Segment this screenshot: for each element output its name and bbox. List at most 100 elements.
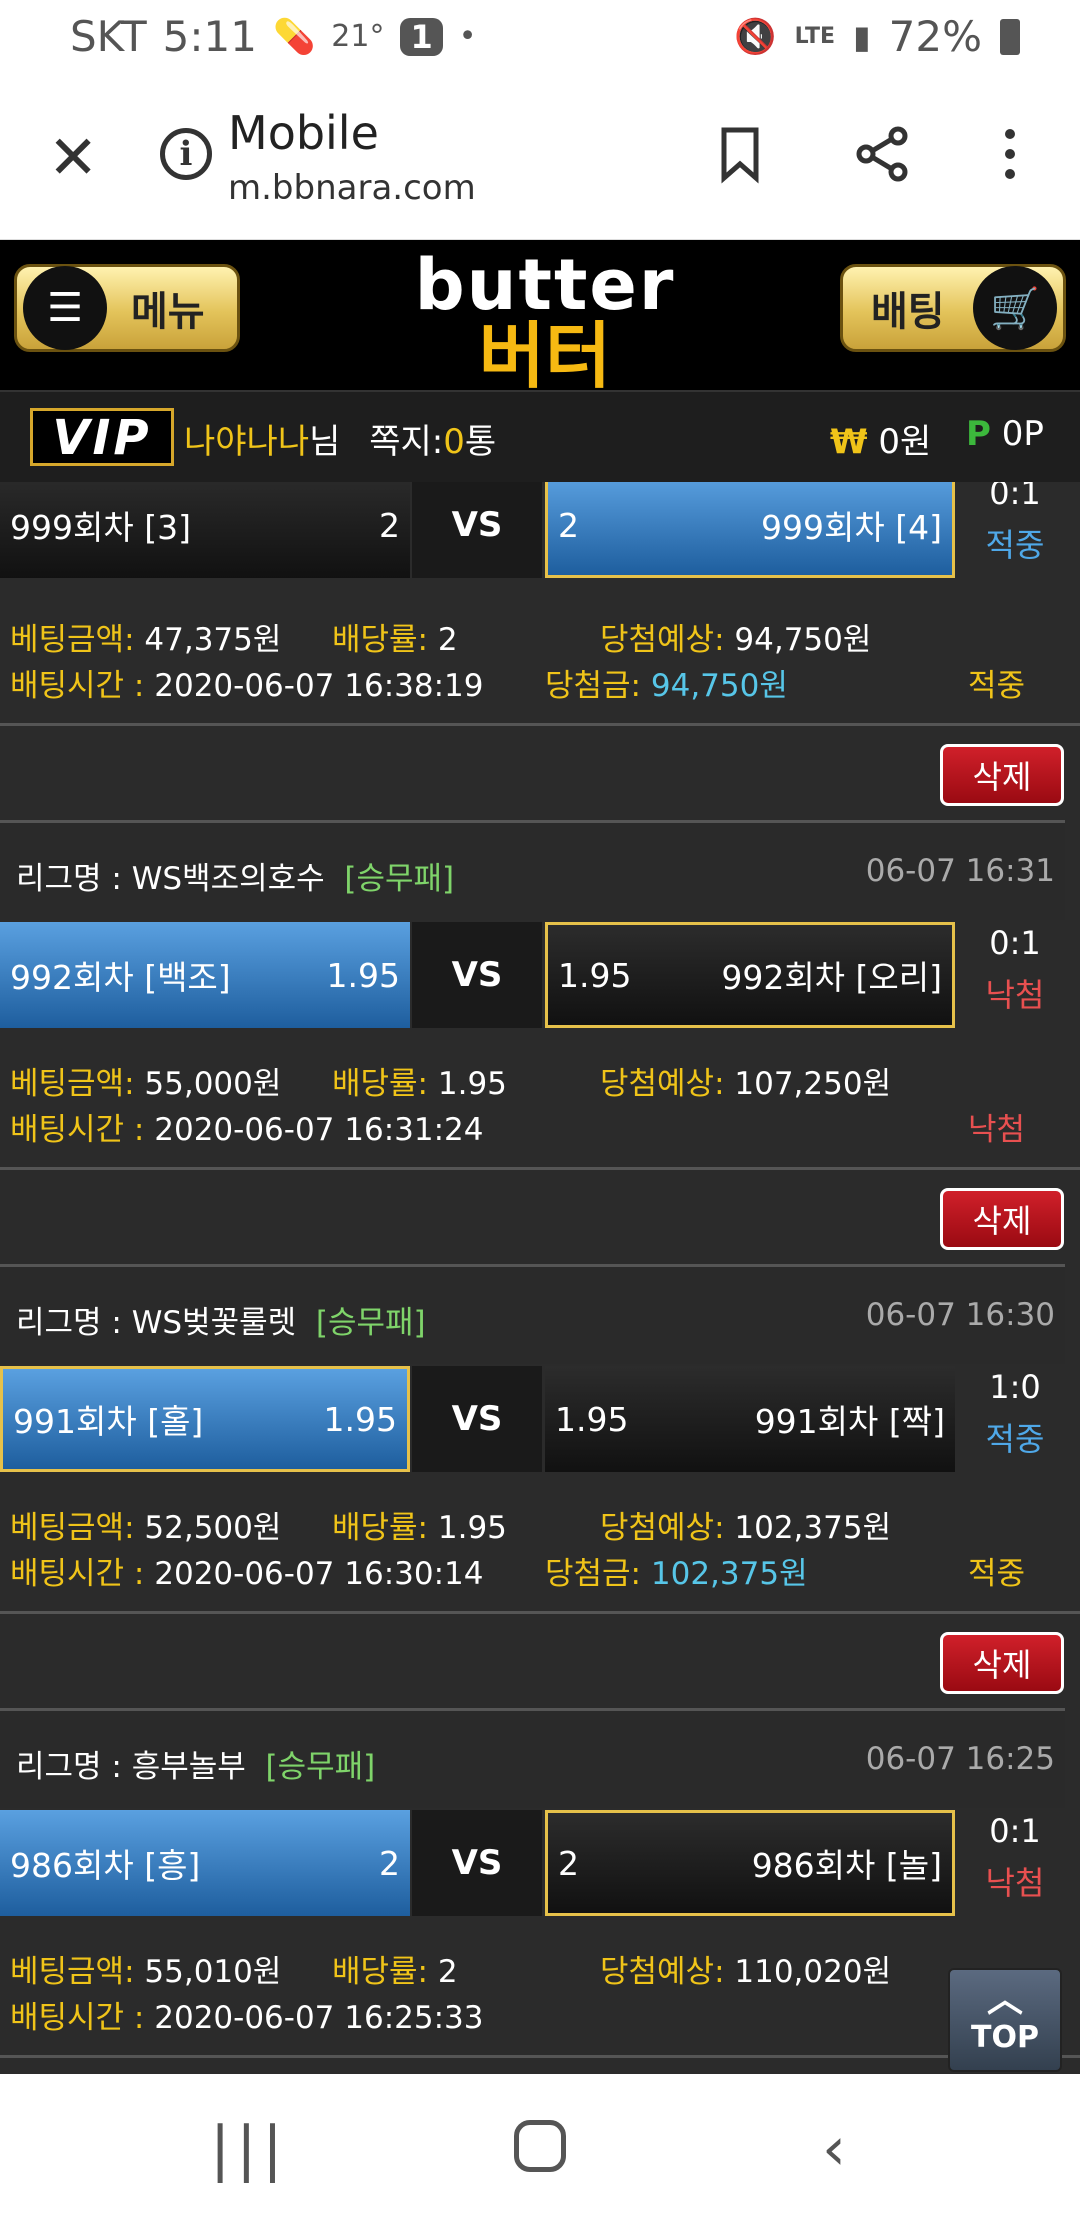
bet-type-tag: [승무패] [344, 861, 455, 897]
league-label: 리그명 : [16, 861, 122, 897]
share-icon[interactable] [852, 124, 912, 184]
bet-time: 2020-06-07 16:31:24 [154, 1112, 484, 1148]
recents-icon[interactable]: ||| [210, 2114, 289, 2184]
info-icon[interactable]: i [160, 128, 212, 180]
away-team-name: 992회차 [오리] [721, 958, 942, 997]
home-odds: 2 [379, 505, 400, 545]
expected-amount: 102,375원 [734, 1510, 892, 1546]
expected-label: 당첨예상: [600, 622, 725, 658]
user-greeting: 나야나나님 쪽지:0통 [184, 414, 496, 463]
home-team-name: 991회차 [홀] [13, 1402, 204, 1441]
game-row: 992회차 [백조] 1.95 VS 1.95 992회차 [오리] 0:1 낙… [0, 922, 1080, 1028]
odds-label: 배당률: [332, 622, 429, 658]
site-header: ☰ 메뉴 butter 버터 배팅 🛒 [0, 240, 1080, 392]
bet-date: 06-07 16:31 [865, 853, 1055, 889]
result-label: 적중 [985, 1420, 1045, 1458]
result-label: 낙첨 [985, 1864, 1045, 1902]
logo-text-en: butter [414, 244, 676, 326]
home-team-name: 999회차 [3] [10, 508, 191, 547]
odds-value: 1.95 [437, 1066, 507, 1102]
scroll-top-button[interactable]: ︿ TOP [948, 1968, 1062, 2072]
away-team-button[interactable]: 2 999회차 [4] [545, 482, 955, 578]
bet-date: 06-07 16:25 [865, 1741, 1055, 1777]
home-team-button[interactable]: 991회차 [홀] 1.95 [0, 1366, 410, 1472]
betting-label: 배팅 [871, 289, 945, 335]
delete-button[interactable]: 삭제 [940, 744, 1064, 806]
site-logo[interactable]: butter 버터 [400, 250, 690, 392]
delete-row: 삭제 [0, 1170, 1080, 1266]
message-label: 쪽지: [369, 422, 444, 462]
point-balance: P 0P [966, 414, 1044, 454]
scroll-top-label: TOP [971, 2020, 1039, 2055]
back-icon[interactable]: ‹ [822, 2114, 846, 2184]
odds-value: 2 [437, 1954, 458, 1990]
bet-time-label: 배팅시간 : [10, 2000, 145, 2036]
score: 0:1 [989, 1812, 1041, 1850]
game-row: 999회차 [3] 2 VS 2 999회차 [4] 0:1 적중 [0, 482, 1080, 578]
vs-label: VS [412, 1810, 542, 1916]
vs-label: VS [412, 922, 542, 1028]
delete-button[interactable]: 삭제 [940, 1632, 1064, 1694]
notification-dot: • [458, 19, 477, 54]
menu-icon: ☰ [23, 266, 107, 350]
clock: 5:11 [162, 12, 257, 61]
bet-type-tag: [승무패] [315, 1305, 426, 1341]
status-bar: SKT 5:11 💊 21° 1 • 🔇 LTE ▮ 72% [0, 0, 1080, 78]
home-odds: 2 [379, 1843, 400, 1883]
point-icon: P [966, 414, 991, 454]
away-team-button[interactable]: 1.95 992회차 [오리] [545, 922, 955, 1028]
betting-button[interactable]: 배팅 🛒 [840, 264, 1066, 352]
bet-status: 낙첨 [968, 1112, 1026, 1148]
away-odds: 1.95 [558, 955, 632, 995]
result-label: 적중 [985, 526, 1045, 564]
prize-amount: 102,375원 [650, 1556, 808, 1592]
score: 1:0 [989, 1368, 1041, 1406]
league-label: 리그명 : [16, 1305, 122, 1341]
bet-amount: 52,500원 [144, 1510, 282, 1546]
away-team-name: 986회차 [놀] [751, 1846, 942, 1885]
away-team-name: 999회차 [4] [761, 508, 942, 547]
bet-status: 적중 [968, 1556, 1026, 1592]
bet-details: 베팅금액: 47,375원 배당률: 2 당첨예상: 94,750원 배팅시간 … [0, 602, 1080, 728]
away-team-button[interactable]: 2 986회차 [놀] [545, 1810, 955, 1916]
delete-button[interactable]: 삭제 [940, 1188, 1064, 1250]
bet-details: 베팅금액: 52,500원 배당률: 1.95 당첨예상: 102,375원 배… [0, 1490, 1080, 1616]
away-odds: 2 [558, 1843, 579, 1883]
expected-amount: 94,750원 [734, 622, 872, 658]
menu-button[interactable]: ☰ 메뉴 [14, 264, 240, 352]
carrier: SKT [70, 12, 147, 61]
score-box: 0:1 낙첨 [955, 922, 1075, 1016]
home-team-button[interactable]: 999회차 [3] 2 [0, 482, 410, 578]
logo-text-ko: 버터 [478, 314, 612, 398]
away-team-button[interactable]: 1.95 991회차 [짝] [545, 1366, 955, 1472]
battery-icon [1000, 18, 1020, 55]
chevron-up-icon: ︿ [986, 1979, 1023, 2020]
home-team-button[interactable]: 986회차 [흥] 2 [0, 1810, 410, 1916]
league-name: WS벚꽃룰렛 [131, 1305, 297, 1341]
bet-time-label: 배팅시간 : [10, 1112, 145, 1148]
bookmark-icon[interactable] [710, 124, 770, 184]
bet-type-tag: [승무패] [265, 1749, 376, 1785]
result-label: 낙첨 [985, 976, 1045, 1014]
bet-date: 06-07 16:30 [865, 1297, 1055, 1333]
expected-label: 당첨예상: [600, 1066, 725, 1102]
odds-label: 배당률: [332, 1954, 429, 1990]
cart-icon: 🛒 [973, 266, 1057, 350]
point-amount: 0P [1001, 414, 1044, 454]
expected-label: 당첨예상: [600, 1510, 725, 1546]
bet-history-list: 999회차 [3] 2 VS 2 999회차 [4] 0:1 적중 베팅금액: … [0, 482, 1080, 2074]
home-icon[interactable] [514, 2120, 566, 2172]
odds-label: 배당률: [332, 1510, 429, 1546]
home-team-button[interactable]: 992회차 [백조] 1.95 [0, 922, 410, 1028]
message-link[interactable]: 쪽지:0통 [369, 422, 496, 462]
nickname-suffix: 님 [309, 422, 341, 462]
score: 0:1 [989, 482, 1041, 512]
league-header: 리그명 : 흥부놀부 [승무패] 06-07 16:25 [0, 1708, 1065, 1808]
more-options-icon[interactable] [980, 124, 1040, 184]
pill-icon: 💊 [272, 16, 316, 57]
league-header: 리그명 : WS백조의호수 [승무패] 06-07 16:31 [0, 820, 1065, 920]
bet-details: 베팅금액: 55,010원 배당률: 2 당첨예상: 110,020원 배팅시간… [0, 1934, 1080, 2060]
close-icon[interactable]: ✕ [48, 128, 98, 188]
bet-amount: 55,000원 [144, 1066, 282, 1102]
page-url[interactable]: m.bbnara.com [228, 168, 476, 208]
